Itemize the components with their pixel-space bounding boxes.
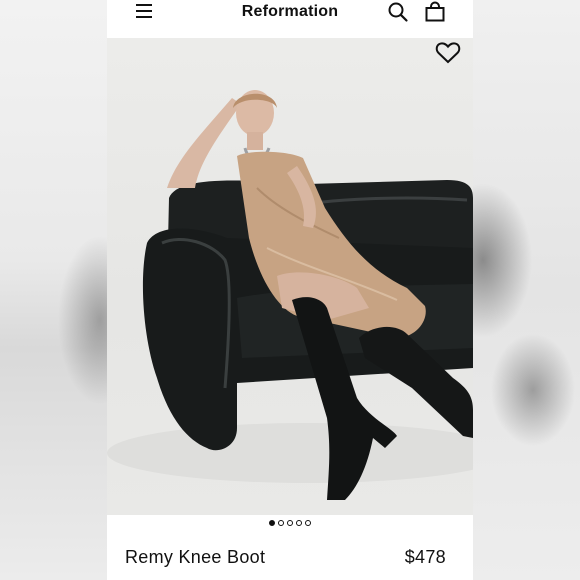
product-price: $478 (404, 547, 446, 567)
shopping-bag-icon[interactable] (424, 1, 446, 23)
brand-logo[interactable]: Reformation (107, 3, 473, 21)
image-pagination (107, 520, 473, 530)
blurred-background-left (0, 0, 107, 580)
product-image[interactable] (107, 38, 473, 515)
pagination-dot[interactable] (305, 520, 311, 526)
pagination-dot[interactable] (296, 520, 302, 526)
pagination-dot[interactable] (278, 520, 284, 526)
blurred-background-right (473, 0, 580, 580)
heart-icon[interactable] (435, 41, 461, 65)
product-name: Remy Knee Boot (125, 547, 266, 567)
pagination-dot[interactable] (287, 520, 293, 526)
product-page: Reformation Remy Knee Boot $478 (107, 0, 473, 580)
pagination-dot[interactable] (269, 520, 275, 526)
product-photo-illustration (107, 90, 473, 500)
header-bar: Reformation (107, 0, 473, 38)
search-icon[interactable] (387, 1, 409, 23)
